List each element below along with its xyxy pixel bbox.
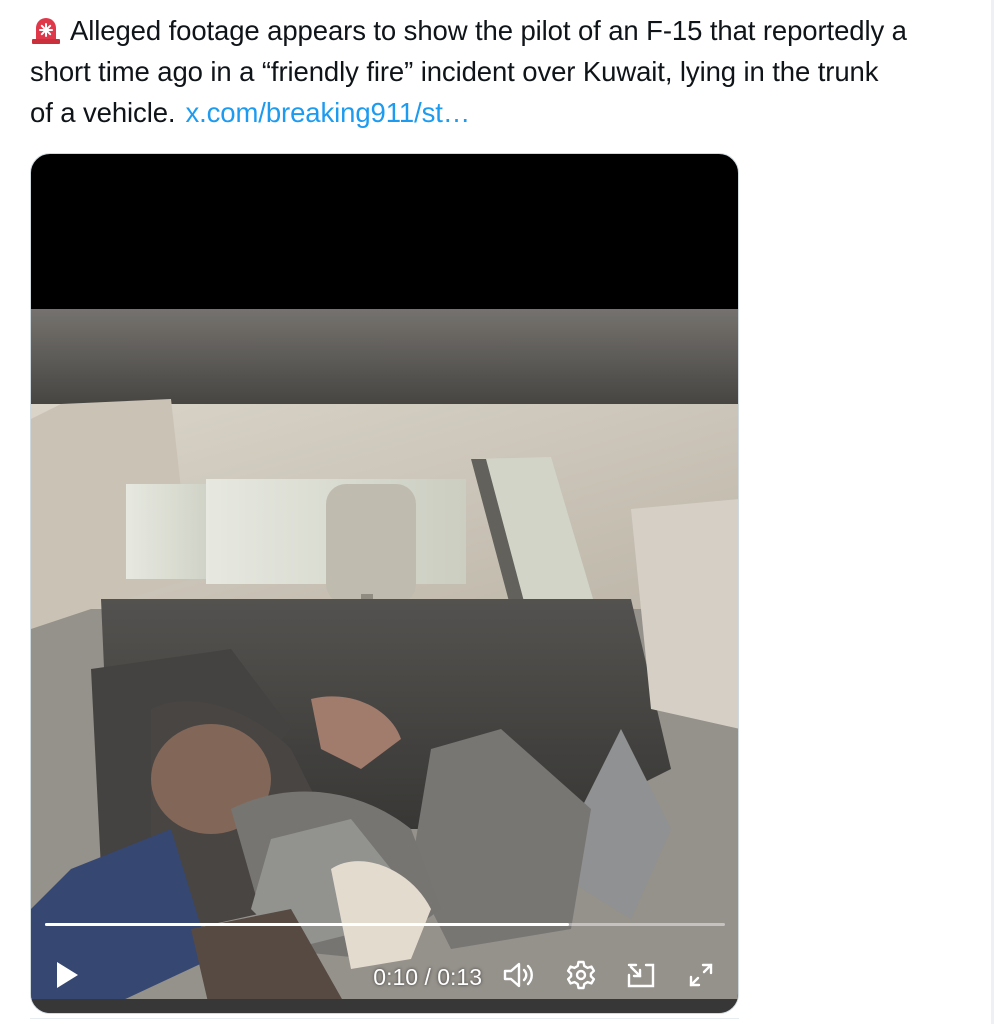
picture-in-picture-icon [626, 961, 656, 994]
volume-icon [502, 961, 536, 994]
post-text-line-3: of a vehicle. x.com/breaking911/st… [30, 92, 994, 133]
video-player[interactable]: 0:10 / 0:13 [30, 153, 739, 1014]
post-text: Alleged footage appears to show the pilo… [30, 10, 994, 133]
fullscreen-button[interactable] [681, 952, 721, 1002]
tweet-post: Alleged footage appears to show the pilo… [0, 0, 994, 1024]
play-button[interactable] [45, 952, 89, 1002]
play-icon [54, 961, 80, 994]
settings-button[interactable] [561, 952, 601, 1002]
video-time: 0:10 / 0:13 [373, 962, 482, 992]
video-current-time: 0:10 [373, 964, 419, 990]
post-text-line-1-text: Alleged footage appears to show the pilo… [70, 15, 907, 46]
video-progress-bar[interactable] [45, 923, 725, 926]
post-text-line-3-text: of a vehicle. [30, 97, 176, 128]
post-text-line-1: Alleged footage appears to show the pilo… [30, 10, 994, 51]
video-duration: 0:13 [437, 964, 482, 990]
rotating-light-icon [30, 13, 62, 45]
video-progress-fill [45, 923, 569, 926]
divider [30, 1018, 739, 1024]
post-text-line-2: short time ago in a “friendly fire” inci… [30, 56, 879, 87]
picture-in-picture-button[interactable] [621, 952, 661, 1002]
video-time-separator: / [418, 964, 438, 990]
mute-button[interactable] [499, 952, 539, 1002]
gear-icon [566, 960, 596, 995]
post-link[interactable]: x.com/breaking911/st… [185, 97, 470, 128]
video-controls: 0:10 / 0:13 [31, 952, 738, 1002]
video-frame[interactable] [31, 309, 738, 1013]
expand-icon [688, 962, 714, 993]
